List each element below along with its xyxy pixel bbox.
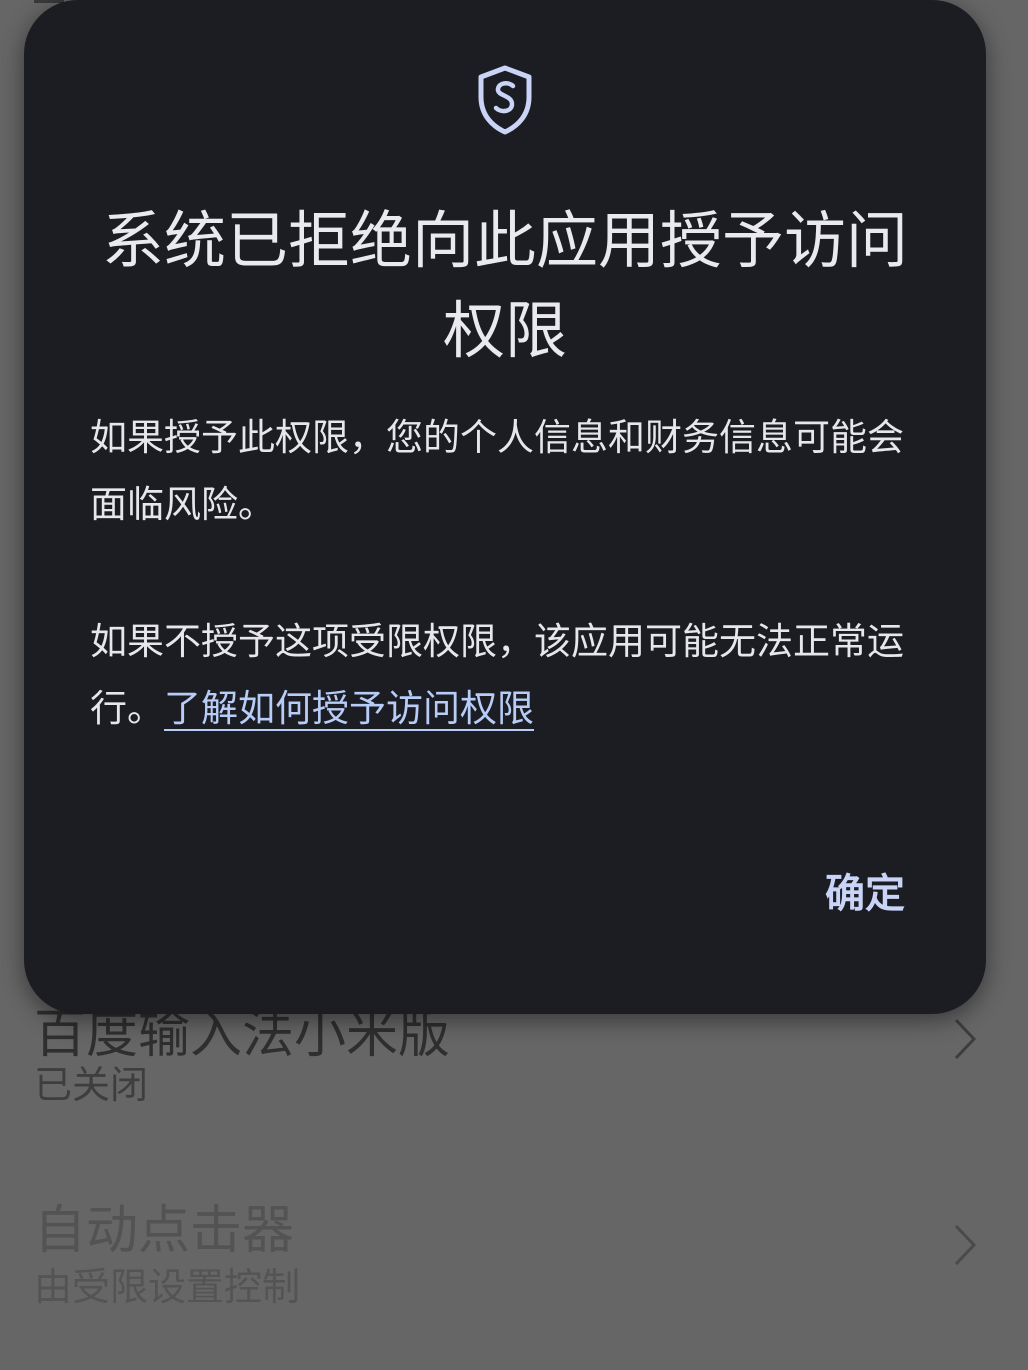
dialog-title: 系统已拒绝向此应用授予访问权限 [101, 204, 908, 367]
shield-icon [478, 65, 532, 135]
dialog-message-restricted: 如果不授予这项受限权限，该应用可能无法正常运行。了解如何授予访问权限 [90, 608, 926, 742]
list-item-subtitle: 由受限设置控制 [34, 1265, 301, 1309]
restricted-permission-dialog: 系统已拒绝向此应用授予访问权限 如果授予此权限，您的个人信息和财务信息可能会面临… [24, 0, 986, 1014]
list-item-title: 自动点击器 [34, 1201, 295, 1261]
chevron-right-icon [954, 1018, 977, 1060]
list-item-subtitle: 已关闭 [34, 1063, 149, 1107]
ok-button[interactable]: 确定 [810, 862, 920, 926]
dialog-message-risk: 如果授予此权限，您的个人信息和财务信息可能会面临风险。 [90, 416, 904, 526]
chevron-right-icon [954, 1224, 977, 1266]
list-item-auto-clicker[interactable]: 自动点击器 由受限设置控制 [0, 1180, 1028, 1320]
learn-more-link[interactable]: 了解如何授予访问权限 [164, 687, 534, 730]
